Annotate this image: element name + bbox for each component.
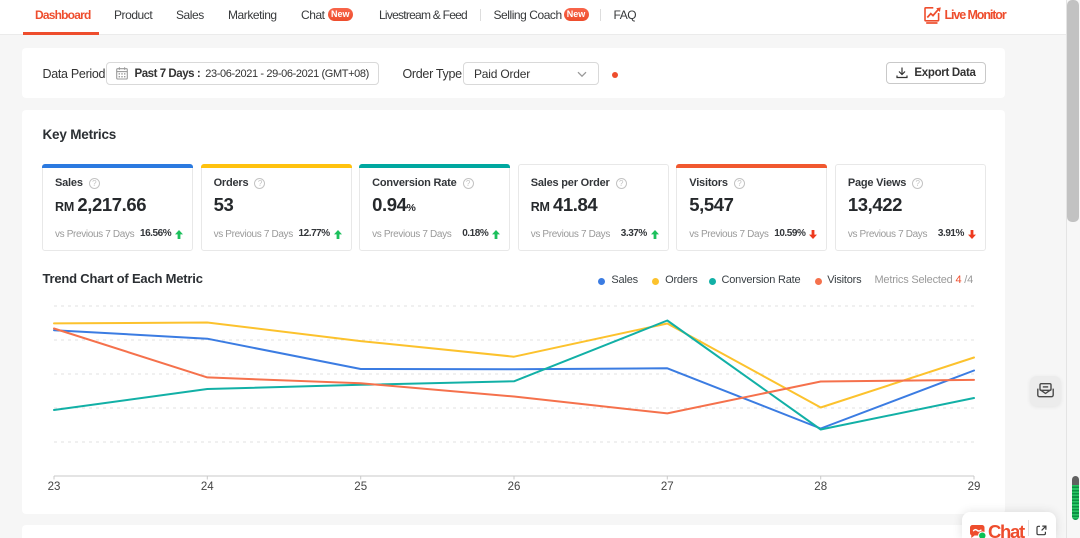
svg-text:25: 25 — [354, 481, 367, 493]
svg-text:26: 26 — [508, 481, 521, 493]
svg-text:29: 29 — [968, 481, 981, 493]
svg-text:24: 24 — [201, 481, 214, 493]
svg-text:27: 27 — [661, 481, 674, 493]
svg-text:23: 23 — [48, 481, 61, 493]
svg-text:28: 28 — [814, 481, 827, 493]
